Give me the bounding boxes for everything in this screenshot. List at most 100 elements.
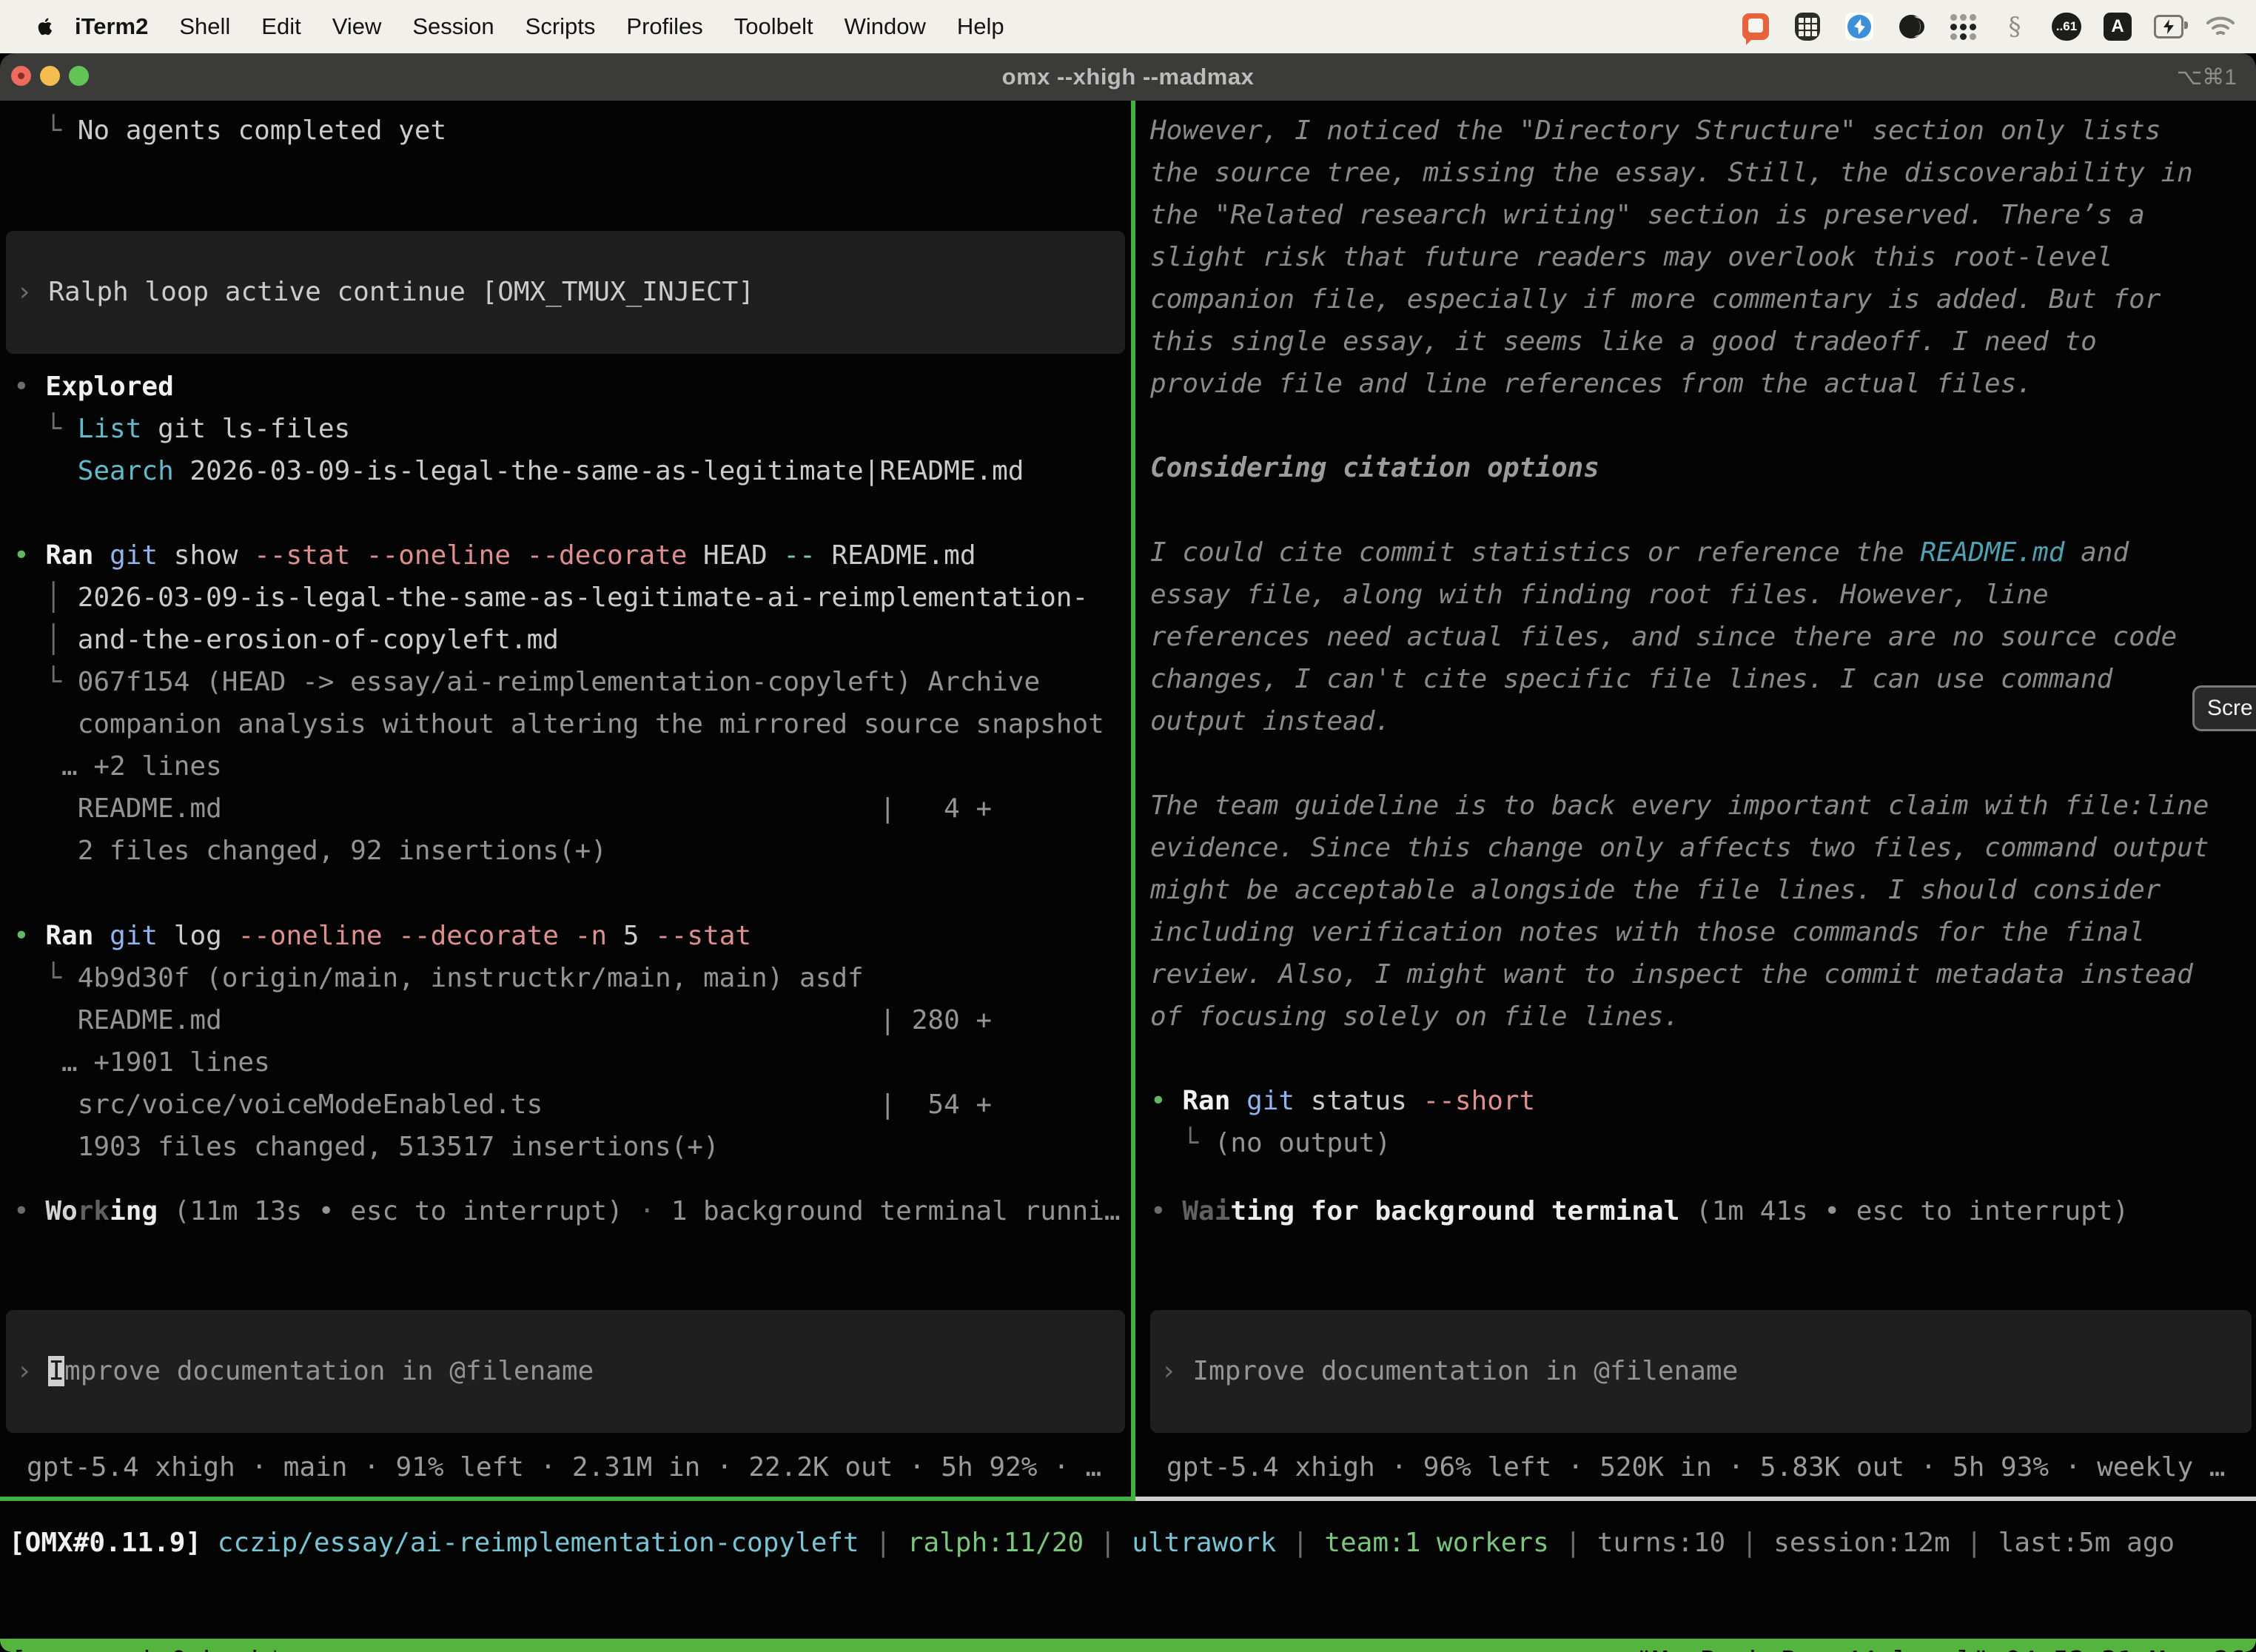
terminal-line: 1903 files changed, 513517 insertions(+) xyxy=(13,1126,1131,1168)
menu-item-shell[interactable]: Shell xyxy=(164,13,246,39)
terminal-line: The team guideline is to back every impo… xyxy=(1150,785,2256,827)
menu-item-iterm2[interactable]: iTerm2 xyxy=(59,13,164,39)
moon-icon[interactable] xyxy=(1896,12,1926,41)
timer-badge-icon[interactable]: ..61 xyxy=(2052,13,2081,41)
menu-item-window[interactable]: Window xyxy=(829,13,941,39)
menu-item-scripts[interactable]: Scripts xyxy=(510,13,611,39)
terminal-line: However, I noticed the "Directory Struct… xyxy=(1150,110,2256,152)
thinking-paragraph-3: The team guideline is to back every impo… xyxy=(1150,785,2256,1038)
terminal-line: … +2 lines xyxy=(13,745,1131,788)
omx-session-status: [OMX#0.11.9] cczip/essay/ai-reimplementa… xyxy=(9,1522,2175,1564)
terminal-line: slight risk that future readers may over… xyxy=(1150,236,2256,278)
terminal-line: › Ralph loop active continue [OMX_TMUX_I… xyxy=(6,271,1125,313)
menu-item-edit[interactable]: Edit xyxy=(246,13,316,39)
terminal-line: including verification notes with those … xyxy=(1150,911,2256,953)
tab-shortcut-hint: ⌥⌘1 xyxy=(2177,53,2237,101)
terminal-line: of focusing solely on file lines. xyxy=(1150,995,2256,1038)
shield-grid-icon[interactable] xyxy=(1793,12,1822,41)
terminal-line: the "Related research writing" section i… xyxy=(1150,194,2256,236)
terminal-line: └ (no output) xyxy=(1150,1122,2256,1164)
thinking-paragraph-1: However, I noticed the "Directory Struct… xyxy=(1150,110,2256,405)
screen-share-chip-label: Scre xyxy=(2207,696,2253,721)
terminal-line: • Ran git status --short xyxy=(1150,1080,2256,1122)
left-pane[interactable]: └ No agents completed yet › Ralph loop a… xyxy=(0,101,1131,1497)
dots-grid-icon[interactable] xyxy=(1948,12,1978,41)
screen-share-chip[interactable]: Scre xyxy=(2192,685,2256,731)
terminal-line: › Improve documentation in @filename xyxy=(1150,1350,2252,1392)
terminal-line: Considering citation options xyxy=(1150,447,2256,489)
ran-git-show-block: • Ran git show --stat --oneline --decora… xyxy=(13,534,1131,872)
apple-menu-icon[interactable] xyxy=(34,14,59,39)
window-title: omx --xhigh --madmax xyxy=(0,53,2256,101)
terminal-line: 2 files changed, 92 insertions(+) xyxy=(13,830,1131,872)
thinking-paragraph-2: I could cite commit statistics or refere… xyxy=(1150,531,2256,742)
terminal-line: › Improve documentation in @filename xyxy=(6,1350,1125,1392)
menu-item-profiles[interactable]: Profiles xyxy=(611,13,718,39)
menu-item-session[interactable]: Session xyxy=(397,13,509,39)
terminal-line: output instead. xyxy=(1150,700,2256,742)
ralph-inject-box: › Ralph loop active continue [OMX_TMUX_I… xyxy=(6,231,1125,354)
terminal-line: companion analysis without altering the … xyxy=(13,703,1131,745)
prompt-input-left[interactable]: › Improve documentation in @filename xyxy=(6,1310,1125,1433)
right-pane[interactable]: However, I noticed the "Directory Struct… xyxy=(1140,101,2256,1497)
menu-bar: iTerm2ShellEditViewSessionScriptsProfile… xyxy=(0,0,2256,53)
lightning-badge-icon[interactable] xyxy=(1844,12,1874,41)
ran-git-log-block: • Ran git log --oneline --decorate -n 5 … xyxy=(13,915,1131,1168)
terminal-line: • Working (11m 13s • esc to interrupt) ·… xyxy=(13,1190,1131,1232)
hook-icon[interactable]: § xyxy=(2000,12,2030,41)
terminal-line: essay file, along with finding root file… xyxy=(1150,574,2256,616)
chat-bubble-icon[interactable] xyxy=(1741,12,1770,41)
terminal-line: review. Also, I might want to inspect th… xyxy=(1150,953,2256,995)
terminal-line: README.md | 280 + xyxy=(13,999,1131,1041)
terminal-line: this single essay, it seems like a good … xyxy=(1150,320,2256,363)
ran-git-status-block: • Ran git status --short └ (no output) xyxy=(1150,1080,2256,1164)
pane-divider[interactable] xyxy=(1131,101,1135,1501)
terminal-line: might be acceptable alongside the file l… xyxy=(1150,869,2256,911)
menu-item-view[interactable]: View xyxy=(317,13,397,39)
terminal-line: • Ran git log --oneline --decorate -n 5 … xyxy=(13,915,1131,957)
terminal-line: • Explored xyxy=(13,366,1131,408)
terminal-line: • Ran git show --stat --oneline --decora… xyxy=(13,534,1131,577)
model-status-right: gpt-5.4 xhigh · 96% left · 520K in · 5.8… xyxy=(1166,1452,2225,1483)
terminal-line: … +1901 lines xyxy=(13,1041,1131,1084)
terminal-line: └ List git ls-files xyxy=(13,408,1131,450)
terminal-line: Search 2026-03-09-is-legal-the-same-as-l… xyxy=(13,450,1131,492)
agents-summary: └ No agents completed yet xyxy=(13,110,1131,152)
working-status-line: • Working (11m 13s • esc to interrupt) ·… xyxy=(13,1190,1131,1232)
prompt-input-right[interactable]: › Improve documentation in @filename xyxy=(1150,1310,2252,1433)
wifi-icon[interactable] xyxy=(2206,12,2235,41)
tmux-status-bar: [omx-cczip0:bash* "MacBook-Pro-44.local"… xyxy=(0,1639,2256,1652)
terminal-line: I could cite commit statistics or refere… xyxy=(1150,531,2256,574)
terminal-line: └ No agents completed yet xyxy=(13,110,1131,152)
iterm-window: omx --xhigh --madmax ⌥⌘1 └ No agents com… xyxy=(0,53,2256,1652)
terminal-line: provide file and line references from th… xyxy=(1150,363,2256,405)
terminal-area: └ No agents completed yet › Ralph loop a… xyxy=(0,101,2256,1652)
terminal-line: └ 4b9d30f (origin/main, instructkr/main,… xyxy=(13,957,1131,999)
model-status-left: gpt-5.4 xhigh · main · 91% left · 2.31M … xyxy=(27,1452,1101,1483)
terminal-line: • Waiting for background terminal (1m 41… xyxy=(1150,1190,2256,1232)
terminal-line: the source tree, missing the essay. Stil… xyxy=(1150,152,2256,194)
terminal-line: │ 2026-03-09-is-legal-the-same-as-legiti… xyxy=(13,577,1131,619)
menu-bar-left: iTerm2ShellEditViewSessionScriptsProfile… xyxy=(0,13,1020,40)
tmux-host-clock: "MacBook-Pro-44.local" 04:52 31-Mar-26 xyxy=(1636,1646,2246,1652)
keyboard-layout-icon[interactable]: A xyxy=(2104,13,2132,41)
menu-bar-status-icons: § ..61 A xyxy=(1741,0,2235,53)
title-bar[interactable]: omx --xhigh --madmax ⌥⌘1 xyxy=(0,53,2256,102)
terminal-line: [OMX#0.11.9] cczip/essay/ai-reimplementa… xyxy=(9,1522,2175,1564)
thinking-heading: Considering citation options xyxy=(1150,447,2256,489)
menu-item-toolbelt[interactable]: Toolbelt xyxy=(719,13,829,39)
terminal-line: evidence. Since this change only affects… xyxy=(1150,827,2256,869)
terminal-line: companion file, especially if more comme… xyxy=(1150,278,2256,320)
explored-block: • Explored └ List git ls-files Search 20… xyxy=(13,366,1131,492)
terminal-line: changes, I can't cite specific file line… xyxy=(1150,658,2256,700)
right-pane-bottom-border xyxy=(1135,1497,2256,1501)
terminal-line: README.md | 4 + xyxy=(13,788,1131,830)
terminal-line: └ 067f154 (HEAD -> essay/ai-reimplementa… xyxy=(13,661,1131,703)
left-pane-bottom-border xyxy=(0,1497,1135,1501)
tmux-session-window: [omx-cczip0:bash* xyxy=(10,1646,283,1652)
terminal-line: references need actual files, and since … xyxy=(1150,616,2256,658)
waiting-status-line: • Waiting for background terminal (1m 41… xyxy=(1150,1190,2256,1232)
terminal-line: src/voice/voiceModeEnabled.ts | 54 + xyxy=(13,1084,1131,1126)
battery-icon[interactable] xyxy=(2154,12,2183,41)
menu-item-help[interactable]: Help xyxy=(941,13,1020,39)
